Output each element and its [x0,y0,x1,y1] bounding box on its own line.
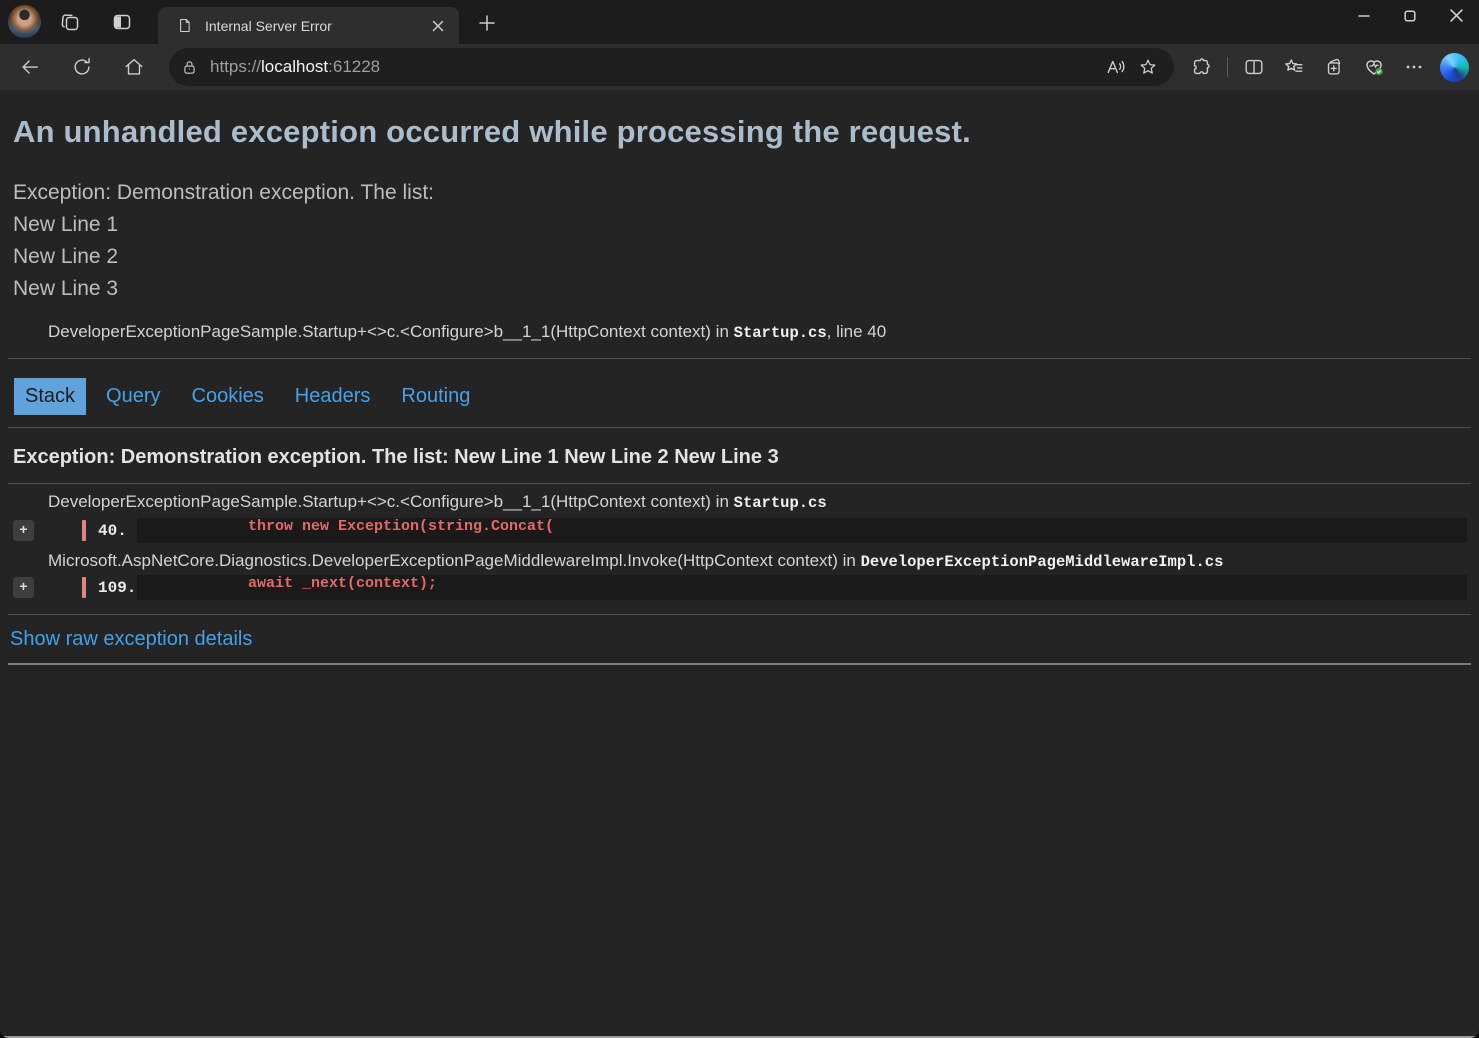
code-line-number: 40. [98,522,137,540]
browser-essentials-icon[interactable] [1357,50,1391,84]
frame-method: Microsoft.AspNetCore.Diagnostics.Develop… [48,551,838,570]
divider [8,663,1471,665]
tab-stack[interactable]: Stack [14,378,86,415]
frame-line-number: , line 40 [827,322,887,341]
exception-line: New Line 2 [13,241,1466,273]
url-port: :61228 [328,57,380,76]
stack-frame: Microsoft.AspNetCore.Diagnostics.Develop… [48,551,1467,571]
divider [8,483,1471,484]
maximize-button[interactable] [1387,0,1433,31]
error-line-marker [82,520,86,541]
expand-frame-icon[interactable]: + [13,520,34,541]
code-text: await _next(context); [137,575,1467,600]
code-line-row: + 109. await _next(context); [0,575,1479,600]
new-tab-button[interactable] [474,10,500,36]
home-icon[interactable] [117,50,151,84]
stack-frame: DeveloperExceptionPageSample.Startup+<>c… [48,492,1467,512]
show-raw-exception-details-link[interactable]: Show raw exception details [10,628,252,651]
stack-frame-preview: DeveloperExceptionPageSample.Startup+<>c… [48,322,1467,342]
read-aloud-icon[interactable] [1100,51,1132,83]
toolbar-divider [1227,57,1228,77]
collections-icon[interactable] [1317,50,1351,84]
code-line-row: + 40. throw new Exception(string.Concat( [0,518,1479,543]
url-text: https://localhost:61228 [210,57,380,77]
favorite-star-icon[interactable] [1132,51,1164,83]
workspaces-icon[interactable] [56,8,84,36]
toolbar-right-icons [1184,50,1471,84]
tab-headers[interactable]: Headers [284,378,382,415]
frame-file: Startup.cs [734,324,827,342]
exception-line: New Line 1 [13,209,1466,241]
profile-avatar[interactable] [8,5,41,38]
divider [8,358,1471,359]
frame-method: DeveloperExceptionPageSample.Startup+<>c… [48,322,711,341]
frame-method: DeveloperExceptionPageSample.Startup+<>c… [48,492,711,511]
url-scheme: https:// [210,57,261,76]
code-line-number: 109. [98,579,137,597]
error-page: An unhandled exception occurred while pr… [0,90,1479,1038]
divider [8,614,1471,615]
favorites-icon[interactable] [1277,50,1311,84]
browser-tab[interactable]: Internal Server Error [158,7,459,44]
expand-frame-icon[interactable]: + [13,577,34,598]
code-text: throw new Exception(string.Concat( [137,518,1467,543]
settings-more-icon[interactable] [1397,50,1431,84]
browser-toolbar: https://localhost:61228 [0,44,1479,90]
frame-file: Startup.cs [734,494,827,512]
address-bar[interactable]: https://localhost:61228 [169,48,1174,86]
divider [8,427,1471,428]
copilot-icon[interactable] [1437,50,1471,84]
close-button[interactable] [1433,0,1479,31]
tab-actions-icon[interactable] [108,8,136,36]
back-icon[interactable] [13,50,47,84]
exception-intro: Exception: Demonstration exception. The … [13,177,1466,209]
tab-title: Internal Server Error [205,18,427,34]
exception-message: Exception: Demonstration exception. The … [13,177,1466,305]
minimize-button[interactable] [1341,0,1387,31]
refresh-icon[interactable] [65,50,99,84]
tab-cookies[interactable]: Cookies [181,378,275,415]
url-host: localhost [261,57,328,76]
stack-section-heading: Exception: Demonstration exception. The … [13,446,1466,469]
split-screen-icon[interactable] [1237,50,1271,84]
browser-window: Internal Server Error [0,0,1479,1038]
frame-file: DeveloperExceptionPageMiddlewareImpl.cs [861,553,1224,571]
page-title: An unhandled exception occurred while pr… [13,114,1466,150]
exception-line: New Line 3 [13,273,1466,305]
browser-titlebar: Internal Server Error [0,0,1479,44]
window-controls [1341,0,1479,31]
lock-icon[interactable] [181,59,198,76]
tab-close-icon[interactable] [427,15,449,37]
error-line-marker [82,577,86,598]
page-icon [176,17,193,34]
tab-routing[interactable]: Routing [390,378,481,415]
tab-query[interactable]: Query [95,378,171,415]
error-page-tabs: Stack Query Cookies Headers Routing [14,378,1479,415]
extensions-icon[interactable] [1184,50,1218,84]
